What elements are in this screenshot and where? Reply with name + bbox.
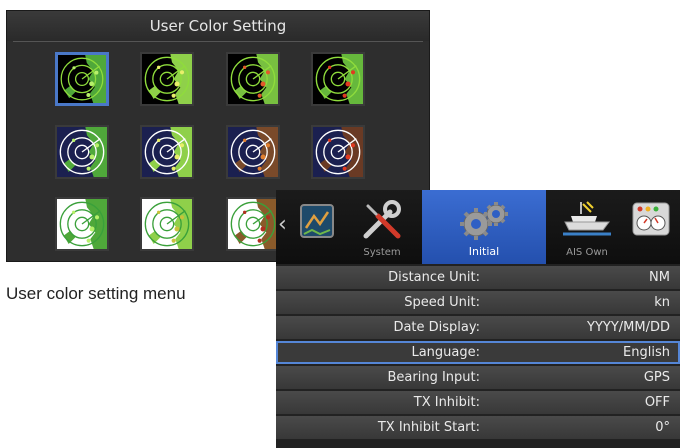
color-swatch[interactable] <box>140 197 194 251</box>
tab-ais-own[interactable]: AIS Own <box>548 190 626 264</box>
settings-row[interactable]: Language: English <box>276 341 680 364</box>
chart-icon <box>300 204 334 238</box>
setting-value: 0° <box>655 420 670 435</box>
tab-label: AIS Own <box>566 247 608 258</box>
setting-label: Date Display: <box>393 320 480 335</box>
settings-row[interactable]: TX Inhibit Start: 0° <box>276 416 680 439</box>
setting-value: NM <box>649 270 670 285</box>
gauges-icon <box>632 202 670 236</box>
radar-preview-icon <box>142 127 192 177</box>
tab-initial[interactable]: Initial <box>422 190 546 264</box>
settings-row[interactable]: Speed Unit: kn <box>276 291 680 314</box>
color-swatch[interactable] <box>55 52 109 106</box>
settings-row[interactable]: TX Inhibit: OFF <box>276 391 680 414</box>
settings-row[interactable]: Distance Unit: NM <box>276 266 680 289</box>
tab-scroll-left-icon[interactable]: ‹ <box>278 214 287 236</box>
tab-chart[interactable] <box>290 190 344 264</box>
setting-label: Bearing Input: <box>387 370 480 385</box>
tab-gauges[interactable] <box>628 190 674 264</box>
setting-value: YYYY/MM/DD <box>587 320 670 335</box>
setting-label: Language: <box>411 345 480 360</box>
radar-preview-icon <box>313 127 363 177</box>
color-swatch[interactable] <box>226 197 280 251</box>
panel-title: User Color Setting <box>7 11 429 41</box>
setting-label: TX Inhibit: <box>413 395 480 410</box>
settings-list: Distance Unit: NM Speed Unit: kn Date Displa… <box>276 266 680 441</box>
figure-caption: User color setting menu <box>6 284 186 303</box>
wrench-screwdriver-icon <box>363 200 401 239</box>
radar-preview-icon <box>58 55 106 103</box>
tab-system[interactable]: System <box>346 190 418 264</box>
color-swatch[interactable] <box>140 52 194 106</box>
radar-preview-icon <box>228 199 278 249</box>
tab-label: System <box>363 247 401 258</box>
settings-menu-panel: ‹ System Initial AIS Own Distance Unit: … <box>276 190 680 448</box>
setting-value: OFF <box>644 395 670 410</box>
color-swatch[interactable] <box>140 125 194 179</box>
radar-preview-icon <box>57 199 107 249</box>
color-swatch[interactable] <box>55 125 109 179</box>
radar-preview-icon <box>57 127 107 177</box>
setting-value: kn <box>654 295 670 310</box>
color-swatch[interactable] <box>311 125 365 179</box>
radar-preview-icon <box>142 199 192 249</box>
color-swatch[interactable] <box>55 197 109 251</box>
color-swatch[interactable] <box>226 52 280 106</box>
setting-label: TX Inhibit Start: <box>377 420 480 435</box>
color-swatch[interactable] <box>226 125 280 179</box>
color-swatch[interactable] <box>311 52 365 106</box>
menu-tab-bar: ‹ System Initial AIS Own <box>276 190 680 264</box>
setting-label: Distance Unit: <box>388 270 480 285</box>
gears-icon <box>460 202 508 240</box>
setting-label: Speed Unit: <box>404 295 480 310</box>
settings-row[interactable]: Bearing Input: GPS <box>276 366 680 389</box>
radar-preview-icon <box>228 54 278 104</box>
radar-preview-icon <box>142 54 192 104</box>
radar-preview-icon <box>228 127 278 177</box>
ship-icon <box>563 201 611 236</box>
radar-preview-icon <box>313 54 363 104</box>
setting-value: GPS <box>643 370 670 385</box>
setting-value: English <box>623 345 670 360</box>
title-divider <box>13 41 423 42</box>
settings-row[interactable]: Date Display: YYYY/MM/DD <box>276 316 680 339</box>
tab-label: Initial <box>468 245 500 258</box>
